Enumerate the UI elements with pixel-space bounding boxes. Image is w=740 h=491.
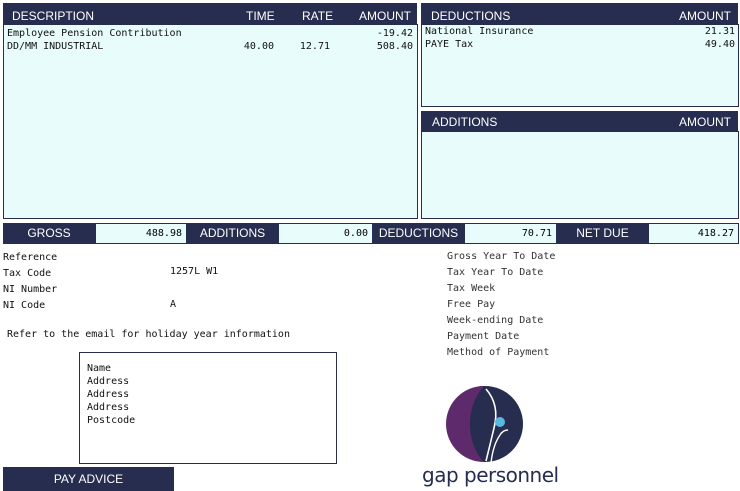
additions-total-value: 0.00 — [278, 223, 373, 244]
earnings-row-2-time: 40.00 — [243, 41, 274, 52]
ni-code-value: A — [170, 299, 177, 310]
ni-code-label: NI Code — [3, 300, 46, 311]
payment-date-label: Payment Date — [447, 331, 520, 342]
tax-ytd-label: Tax Year To Date — [447, 267, 544, 278]
earnings-panel: Employee Pension Contribution -19.42 DD/… — [3, 24, 418, 219]
tax-code-value: 1257L W1 — [170, 266, 219, 277]
deductions-title: DEDUCTIONS — [431, 9, 511, 23]
amount-header: AMOUNT — [359, 9, 411, 23]
deductions-header: DEDUCTIONS AMOUNT — [421, 3, 738, 24]
earnings-row-1-description: Employee Pension Contribution — [7, 28, 182, 39]
deductions-total-value: 70.71 — [464, 223, 557, 244]
tax-week-label: Tax Week — [447, 283, 496, 294]
deductions-total-label: DEDUCTIONS — [373, 223, 464, 244]
earnings-row-1-amount: -19.42 — [376, 28, 413, 39]
net-due-value: 418.27 — [648, 223, 739, 244]
time-header: TIME — [246, 9, 275, 23]
ni-number-label: NI Number — [3, 284, 58, 295]
method-of-payment-label: Method of Payment — [447, 347, 550, 358]
address-line-3: Address — [87, 402, 130, 413]
logo-wordmark: gap personnel — [422, 463, 559, 487]
address-line-1: Address — [87, 376, 130, 387]
deduction-row-2-label: PAYE Tax — [425, 39, 474, 50]
week-ending-label: Week-ending Date — [447, 315, 544, 326]
deduction-row-2-amount: 49.40 — [704, 39, 735, 50]
deductions-amount-header: AMOUNT — [679, 9, 731, 23]
deduction-row-1-amount: 21.31 — [704, 26, 735, 37]
gross-value: 488.98 — [95, 223, 187, 244]
free-pay-label: Free Pay — [447, 299, 496, 310]
additions-amount-header: AMOUNT — [679, 115, 731, 129]
description-header: DESCRIPTION — [12, 9, 95, 23]
additions-title: ADDITIONS — [432, 115, 498, 129]
rate-header: RATE — [302, 9, 334, 23]
additions-panel — [421, 131, 739, 219]
logo-mark-icon — [446, 386, 523, 463]
earnings-row-2-amount: 508.40 — [376, 41, 413, 52]
address-box: Name Address Address Address Postcode — [79, 352, 337, 464]
deductions-panel: National Insurance 21.31 PAYE Tax 49.40 — [421, 24, 739, 107]
address-postcode: Postcode — [87, 415, 136, 426]
gross-ytd-label: Gross Year To Date — [447, 251, 556, 262]
tax-code-label: Tax Code — [3, 268, 52, 279]
pay-advice-bar: PAY ADVICE — [3, 467, 174, 491]
address-line-2: Address — [87, 389, 130, 400]
net-due-label: NET DUE — [557, 223, 648, 244]
earnings-header: DESCRIPTION TIME RATE AMOUNT — [3, 3, 417, 24]
earnings-row-2-description: DD/MM INDUSTRIAL — [7, 41, 104, 52]
gross-label: GROSS — [3, 223, 95, 244]
reference-label: Reference — [3, 252, 58, 263]
earnings-row-2-rate: 12.71 — [299, 41, 330, 52]
holiday-note: Refer to the email for holiday year info… — [7, 329, 290, 340]
additions-header: ADDITIONS AMOUNT — [421, 111, 738, 131]
address-line-name: Name — [87, 363, 112, 374]
deduction-row-1-label: National Insurance — [425, 26, 534, 37]
gap-personnel-logo: gap personnel — [420, 383, 559, 491]
additions-total-label: ADDITIONS — [187, 223, 278, 244]
